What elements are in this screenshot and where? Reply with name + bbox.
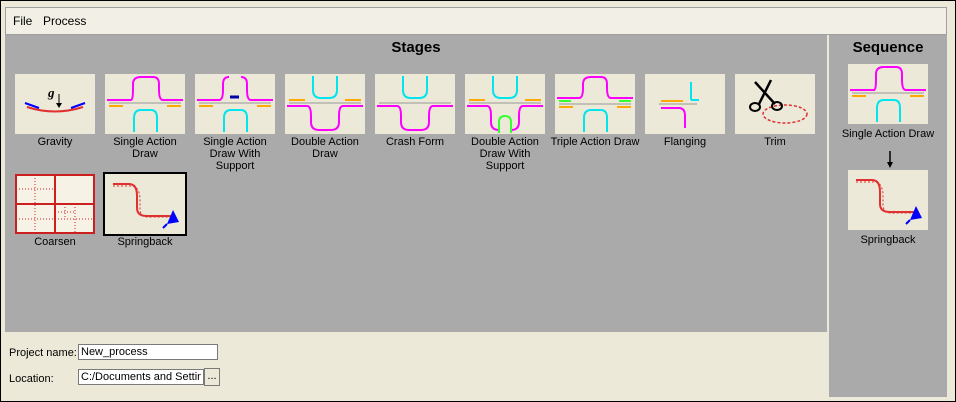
flanging-icon <box>645 74 725 134</box>
stage-double-action-draw-with-support[interactable]: Double Action Draw With Support <box>465 74 545 172</box>
stage-label: Flanging <box>663 136 707 148</box>
sequence-label: Single Action Draw <box>841 128 935 140</box>
stage-label: Single Action Draw With Support <box>203 136 267 172</box>
coarsen-grid-icon <box>15 174 95 234</box>
sequence-item-single-action-draw[interactable]: Single Action Draw <box>842 64 934 140</box>
sequence-arrow-icon <box>887 151 893 168</box>
gravity-icon: g <box>15 74 95 134</box>
stage-coarsen[interactable]: Coarsen <box>15 174 95 248</box>
browse-button[interactable]: ... <box>204 368 220 386</box>
stage-label: Crash Form <box>385 136 445 148</box>
main-window: File Process Stages g Gravity Single Act… <box>0 0 956 402</box>
project-name-input[interactable] <box>78 344 218 360</box>
double-action-draw-icon <box>285 74 365 134</box>
project-settings: Project name: Location: ... <box>5 333 827 397</box>
sequence-title: Sequence <box>852 39 924 56</box>
location-input[interactable] <box>78 369 204 385</box>
stage-gravity[interactable]: g Gravity <box>15 74 95 148</box>
stage-label: Single Action Draw <box>113 136 177 160</box>
triple-action-draw-icon <box>555 74 635 134</box>
stage-triple-action-draw[interactable]: Triple Action Draw <box>551 74 639 148</box>
stage-single-action-draw-with-support[interactable]: Single Action Draw With Support <box>195 74 275 172</box>
stage-label: Triple Action Draw <box>550 136 640 148</box>
stage-double-action-draw[interactable]: Double Action Draw <box>285 74 365 160</box>
stage-label: Double Action Draw <box>291 136 359 160</box>
scissors-icon <box>735 74 815 134</box>
stage-flanging[interactable]: Flanging <box>645 74 725 148</box>
crash-form-icon <box>375 74 455 134</box>
single-action-draw-icon <box>848 64 928 124</box>
single-action-draw-support-icon <box>195 74 275 134</box>
single-action-draw-icon <box>105 74 185 134</box>
stage-trim[interactable]: Trim <box>735 74 815 148</box>
stage-label: Coarsen <box>34 236 76 248</box>
sequence-label: Springback <box>860 234 916 246</box>
stage-label: Springback <box>117 236 173 248</box>
stages-title: Stages <box>391 39 441 56</box>
menu-file[interactable]: File <box>13 14 32 28</box>
springback-icon <box>103 172 187 236</box>
menu-process[interactable]: Process <box>43 14 86 28</box>
stage-crash-form[interactable]: Crash Form <box>375 74 455 148</box>
project-name-label: Project name: <box>9 347 77 359</box>
stages-panel: Stages g Gravity Single Action Draw Sing… <box>5 35 827 332</box>
sequence-panel: Sequence Single Action Draw Springback <box>829 35 947 397</box>
stage-label: Trim <box>764 136 786 148</box>
double-action-draw-support-icon <box>465 74 545 134</box>
sequence-item-springback[interactable]: Springback <box>848 170 928 246</box>
menu-bar: File Process <box>5 7 947 35</box>
stage-single-action-draw[interactable]: Single Action Draw <box>105 74 185 160</box>
stage-label: Gravity <box>37 136 73 148</box>
location-label: Location: <box>9 373 54 385</box>
springback-icon <box>848 170 928 230</box>
svg-text:g: g <box>47 85 55 100</box>
stage-label: Double Action Draw With Support <box>471 136 539 172</box>
stage-springback[interactable]: Springback <box>103 172 187 248</box>
